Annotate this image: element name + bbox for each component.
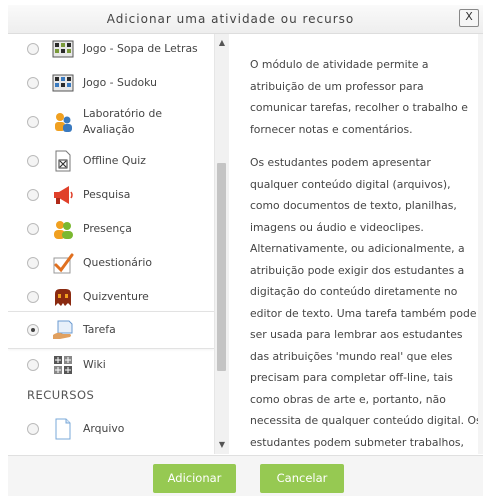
puzzle-grid-icon <box>52 40 74 58</box>
section-heading-resources: RECURSOS <box>27 388 95 402</box>
list-item-partial[interactable] <box>8 446 214 454</box>
list-item-laboratorio-de-avaliacao[interactable]: Laboratório de Avaliação <box>8 100 214 144</box>
radio-button[interactable] <box>27 43 39 55</box>
radio-button[interactable] <box>27 423 39 435</box>
sudoku-icon <box>52 74 74 92</box>
description-text: O módulo de atividade permite a atribuiç… <box>250 54 478 454</box>
workshop-people-icon <box>55 113 72 132</box>
scroll-down-arrow-icon[interactable]: ▼ <box>215 438 229 452</box>
list-scrollbar[interactable]: ▲ ▼ <box>214 34 229 454</box>
assignment-hand-icon <box>53 320 73 339</box>
radio-button[interactable] <box>27 155 39 167</box>
item-label: Quizventure <box>83 290 149 303</box>
description-scrollbar[interactable] <box>478 34 483 454</box>
offline-quiz-icon <box>55 150 71 172</box>
radio-button[interactable] <box>27 189 39 201</box>
item-label: Wiki <box>83 358 106 371</box>
dialog-title: Adicionar uma atividade ou recurso <box>106 12 355 26</box>
item-label: Questionário <box>83 256 152 269</box>
close-button[interactable]: X <box>459 9 479 27</box>
item-label: Jogo - Sopa de Letras <box>83 42 198 55</box>
list-item-jogo-sopa-de-letras[interactable]: Jogo - Sopa de Letras <box>8 34 214 66</box>
item-label: Offline Quiz <box>83 154 146 167</box>
description-panel: O módulo de atividade permite a atribuiç… <box>230 34 478 454</box>
dialog-header: Adicionar uma atividade ou recurso X <box>8 5 483 34</box>
list-item-questionario[interactable]: Questionário <box>8 246 214 280</box>
item-label: Pesquisa <box>83 188 131 201</box>
add-button[interactable]: Adicionar <box>153 464 236 493</box>
list-item-arquivo[interactable]: Arquivo <box>8 412 214 446</box>
list-item-offline-quiz[interactable]: Offline Quiz <box>8 144 214 178</box>
radio-button[interactable] <box>27 77 39 89</box>
item-label: Tarefa <box>83 323 116 336</box>
radio-button[interactable] <box>27 359 39 371</box>
file-icon <box>55 418 71 440</box>
dialog-footer: Adicionar Cancelar <box>8 455 483 496</box>
activity-chooser: Jogo - Sopa de Letras Jogo - Sudoku Labo… <box>8 34 483 454</box>
item-label: Laboratório de Avaliação <box>83 107 162 136</box>
megaphone-icon <box>54 186 73 204</box>
radio-button[interactable] <box>27 223 39 235</box>
list-item-jogo-sudoku[interactable]: Jogo - Sudoku <box>8 66 214 100</box>
cancel-button[interactable]: Cancelar <box>260 464 344 493</box>
list-item-wiki[interactable]: Wiki <box>8 348 214 382</box>
quizventure-icon <box>55 289 71 306</box>
description-paragraph: Os estudantes podem apresentar qualquer … <box>250 156 478 449</box>
scrollbar-thumb[interactable] <box>217 163 226 371</box>
checkmark-icon <box>53 253 74 274</box>
scroll-up-arrow-icon[interactable]: ▲ <box>215 36 229 50</box>
item-label: Arquivo <box>83 422 125 435</box>
radio-button[interactable] <box>27 257 39 269</box>
list-item-pesquisa[interactable]: Pesquisa <box>8 178 214 212</box>
item-label: Presença <box>83 222 132 235</box>
list-item-quizventure[interactable]: Quizventure <box>8 280 214 314</box>
wiki-icon <box>54 356 72 374</box>
item-label: Jogo - Sudoku <box>83 76 157 89</box>
folder-icon <box>52 452 74 454</box>
radio-button[interactable] <box>27 116 39 128</box>
attendance-people-icon <box>54 221 73 239</box>
activity-list[interactable]: Jogo - Sopa de Letras Jogo - Sudoku Labo… <box>8 34 214 454</box>
list-item-presenca[interactable]: Presença <box>8 212 214 246</box>
description-paragraph: O módulo de atividade permite a atribuiç… <box>250 58 468 136</box>
add-activity-dialog: Adicionar uma atividade ou recurso X Jog… <box>0 0 483 496</box>
radio-button[interactable] <box>27 291 39 303</box>
list-item-tarefa[interactable]: Tarefa <box>8 311 214 349</box>
radio-button-selected[interactable] <box>27 324 39 336</box>
